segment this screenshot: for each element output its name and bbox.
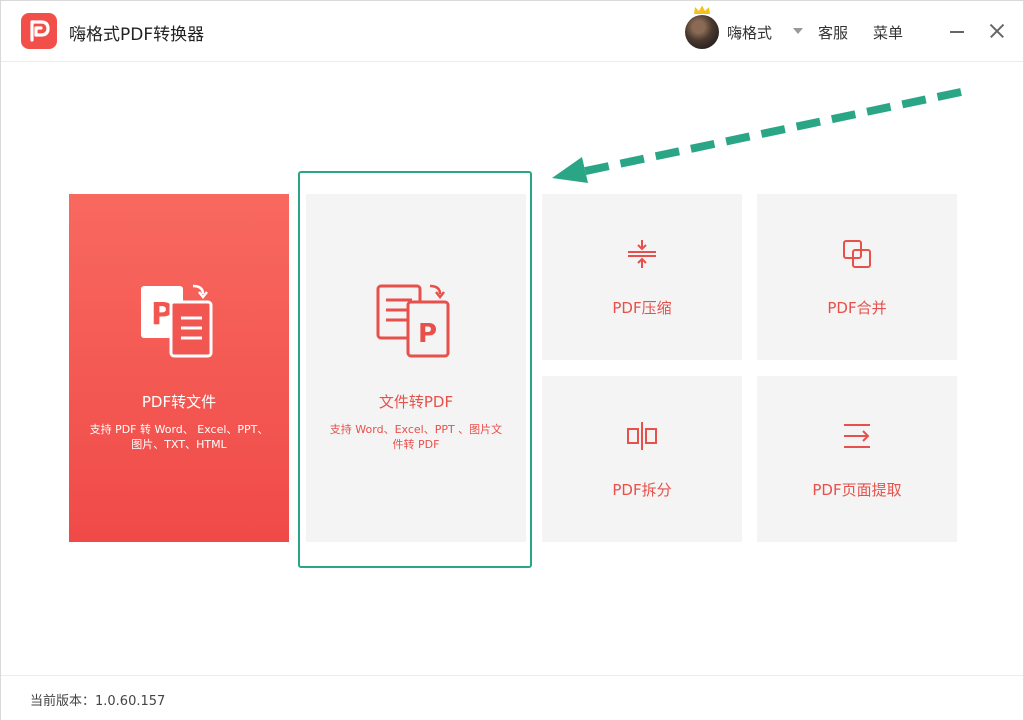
file-to-pdf-icon: P — [376, 284, 450, 358]
card-title: 文件转PDF — [378, 393, 454, 411]
crown-icon — [694, 5, 710, 14]
username[interactable]: 嗨格式 — [727, 22, 772, 43]
chevron-down-icon[interactable] — [793, 28, 803, 34]
minimize-button[interactable] — [945, 19, 969, 43]
close-button[interactable] — [985, 19, 1009, 43]
customer-service-link[interactable]: 客服 — [818, 22, 848, 43]
card-file-to-pdf[interactable]: P 文件转PDF 支持 Word、Excel、PPT 、图片文件转 PDF — [306, 194, 526, 542]
split-icon — [627, 422, 657, 450]
card-title: PDF压缩 — [612, 299, 672, 317]
card-pdf-split[interactable]: PDF拆分 — [542, 376, 742, 542]
avatar[interactable] — [685, 15, 719, 49]
title-bar: 嗨格式PDF转换器 嗨格式 客服 菜单 — [1, 1, 1023, 62]
svg-text:P: P — [418, 319, 437, 349]
app-title: 嗨格式PDF转换器 — [69, 25, 205, 45]
version-label: 当前版本：1.0.60.157 — [30, 694, 166, 709]
card-title: PDF拆分 — [612, 481, 672, 499]
card-pdf-page-extract[interactable]: PDF页面提取 — [757, 376, 957, 542]
status-bar: 当前版本：1.0.60.157 — [1, 675, 1023, 720]
card-description: 支持 Word、Excel、PPT 、图片文件转 PDF — [329, 423, 503, 451]
pdf-logo-icon — [21, 13, 57, 49]
card-title: PDF转文件 — [141, 393, 217, 411]
pdf-to-file-icon: P — [141, 284, 213, 358]
merge-icon — [843, 240, 871, 268]
annotation-arrow-icon — [552, 88, 962, 183]
compress-icon — [628, 240, 656, 268]
app-window: 嗨格式PDF转换器 嗨格式 客服 菜单 P PDF转文件 支持 PDF 转 Wo… — [0, 0, 1024, 720]
card-title: PDF页面提取 — [812, 481, 902, 499]
card-title: PDF合并 — [827, 299, 887, 317]
card-pdf-to-file[interactable]: P PDF转文件 支持 PDF 转 Word、 Excel、PPT、图片、TXT… — [69, 194, 289, 542]
card-pdf-merge[interactable]: PDF合并 — [757, 194, 957, 360]
menu-link[interactable]: 菜单 — [873, 22, 903, 43]
extract-icon — [844, 424, 870, 448]
card-description: 支持 PDF 转 Word、 Excel、PPT、图片、TXT、HTML — [89, 423, 269, 451]
card-pdf-compress[interactable]: PDF压缩 — [542, 194, 742, 360]
